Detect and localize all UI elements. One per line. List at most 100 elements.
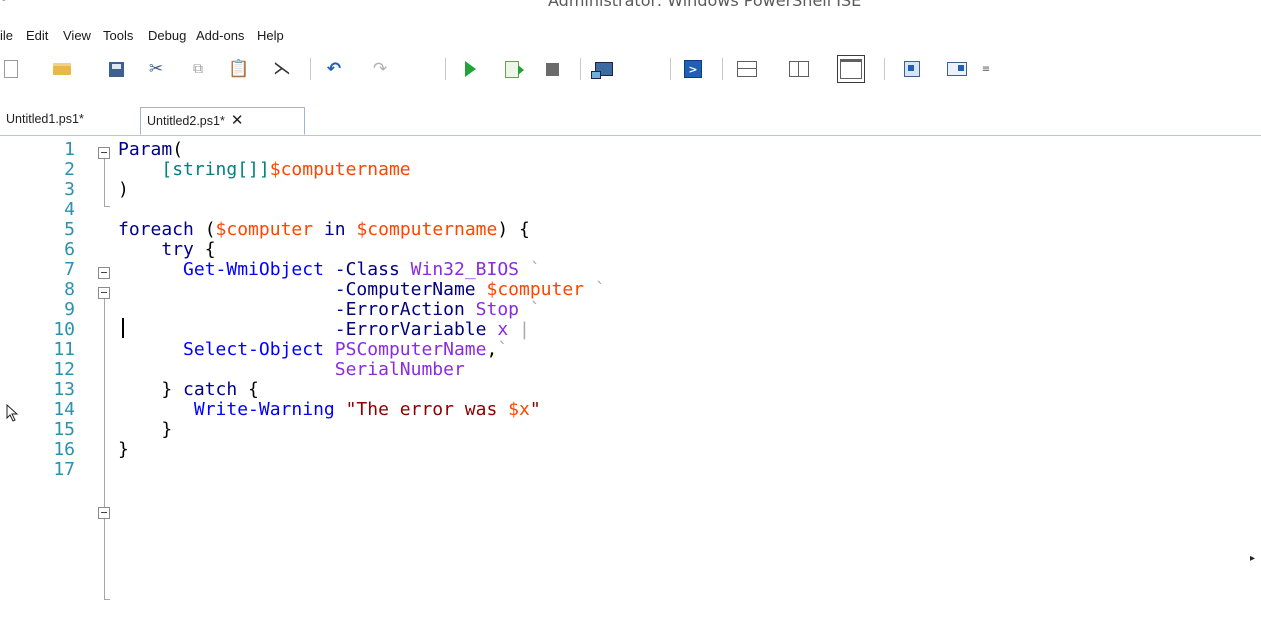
show-command-addon-icon [947,62,967,76]
line-number: 14 [53,399,75,420]
menu-file[interactable]: ile [0,28,13,43]
script-editor[interactable]: 1 Param(2 [string[]]$computername 3) 4 5 fore… [0,140,1261,625]
code-text: Write-Warning "The error was $x" [118,400,541,420]
menu-debug[interactable]: Debug [148,28,186,43]
token-code-text: } [118,419,173,440]
code-line[interactable]: 13 } catch { [0,380,1261,400]
token-type-literal: [string[]] [161,159,270,180]
toolbar-overflow-button[interactable]: ≡ [980,55,992,83]
clear-console-button[interactable]: ⋋ [270,55,294,83]
tab-untitled2[interactable]: Untitled2.ps1* ✕ [140,107,305,135]
code-line[interactable]: 16} [0,440,1261,460]
redo-button[interactable]: ↷ [368,55,392,83]
new-script-button[interactable] [4,55,30,83]
token-variable: $computer [486,279,585,300]
code-line[interactable]: 3) [0,180,1261,200]
token-variable: $x [508,399,530,420]
open-icon [53,63,71,75]
token-operator: ` [497,339,509,360]
open-button[interactable] [50,55,74,83]
token-parameter: -ComputerName [334,279,476,300]
new-remote-powershell-tab-button[interactable] [591,55,616,83]
token-code-text [118,159,161,180]
token-operator: ` [529,299,541,320]
token-keyword: in [323,219,346,240]
code-line[interactable]: 7 Get-WmiObject -Class Win32_BIOS ` [0,260,1261,280]
token-code-text [400,259,411,280]
token-code-text [118,359,335,380]
code-line[interactable]: 2 [string[]]$computername [0,160,1261,180]
scroll-marker: ▸ [1250,553,1256,564]
paste-button[interactable]: 📋 [227,55,251,83]
collapse-region-icon[interactable] [98,507,110,519]
code-line[interactable]: 15 } [0,420,1261,440]
code-line[interactable]: 5 foreach ($computer in $computername) { [0,220,1261,240]
menu-tools[interactable]: Tools [103,28,133,43]
tab-untitled1[interactable]: Untitled1.ps1* [0,107,140,134]
menu-edit[interactable]: Edit [26,28,48,43]
menu-help[interactable]: Help [257,28,284,43]
cut-button[interactable]: ✂ [144,55,168,83]
code-text: } [118,420,172,440]
token-keyword: Param [118,139,173,160]
line-number: 3 [64,179,75,200]
save-button[interactable] [104,55,128,83]
token-code-text [118,279,335,300]
token-cmdlet: Select-Object [183,339,324,360]
code-line[interactable]: 11 Select-Object PSComputerName,` [0,340,1261,360]
token-code-text: } [118,379,184,400]
code-line[interactable]: 14 Write-Warning "The error was $x" [0,400,1261,420]
token-cmdlet: Get-WmiObject [183,259,324,280]
line-number: 2 [64,159,75,180]
code-line[interactable]: 12 SerialNumber [0,360,1261,380]
code-line[interactable]: 8 -ComputerName $computer ` [0,280,1261,300]
start-powershell-exe-icon: > [684,60,702,78]
stop-button[interactable] [540,55,564,83]
title-bar: - Administrator: Windows PowerShell ISE [0,0,1261,10]
toolbar: ✂ ⧉ 📋 ⋋ ↶ ↷ > ≡ [0,55,1261,85]
code-line[interactable]: 6 try { [0,240,1261,260]
paste-icon: 📋 [228,58,250,79]
menu-view[interactable]: View [63,28,91,43]
token-code-text [519,259,530,280]
token-code-text [584,279,595,300]
show-script-pane-right-button[interactable] [787,55,811,83]
token-code-text: { [237,379,259,400]
token-keyword: catch [183,379,238,400]
code-text: -ErrorAction Stop ` [118,300,541,320]
code-line[interactable]: 10 -ErrorVariable x | [0,320,1261,340]
new-script-icon [4,60,18,78]
code-line[interactable]: 17 [0,460,1261,480]
line-number: 6 [64,239,75,260]
show-script-pane-top-button[interactable] [735,55,759,83]
copy-button[interactable]: ⧉ [186,55,210,83]
token-code-text [335,399,346,420]
token-code-text: } [118,439,129,460]
run-script-button[interactable] [458,55,482,83]
token-code-text [118,399,194,420]
code-line[interactable]: 4 [0,200,1261,220]
code-line[interactable]: 1 Param( [0,140,1261,160]
token-argument: SerialNumber [334,359,465,380]
show-script-pane-maximized-button[interactable] [837,55,865,83]
show-command-window-button[interactable] [900,55,924,83]
show-command-addon-button[interactable] [945,55,969,83]
undo-icon: ↶ [326,58,342,79]
token-code-text: ) { [497,219,530,240]
token-code-text [486,319,497,340]
toolbar-separator [310,58,311,80]
undo-button[interactable]: ↶ [322,55,346,83]
code-line[interactable]: 9 -ErrorAction Stop ` [0,300,1261,320]
close-tab-icon[interactable]: ✕ [231,112,244,129]
start-powershell-exe-button[interactable]: > [681,55,705,83]
code-text: SerialNumber [118,360,465,380]
show-script-pane-top-icon [737,61,757,77]
line-number: 8 [64,279,75,300]
system-menu-icon[interactable]: - [2,0,6,6]
line-number: 11 [53,339,75,360]
toolbar-separator [722,58,723,80]
token-code-text: ( [193,219,216,240]
token-code-text [346,219,357,240]
menu-add-ons[interactable]: Add-ons [196,28,244,43]
run-selection-button[interactable] [500,55,524,83]
